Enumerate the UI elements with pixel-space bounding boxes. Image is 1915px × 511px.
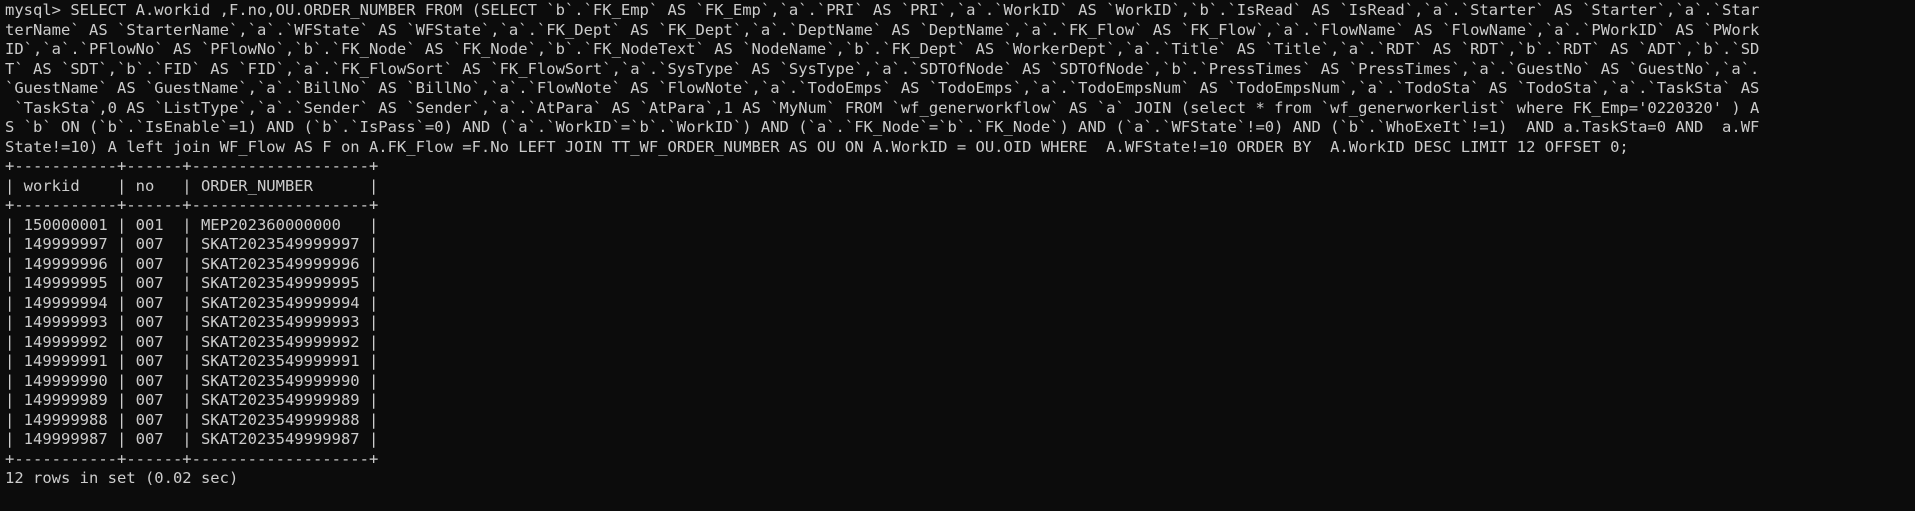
query-line: ID`,`a`.`PFlowNo` AS `PFlowNo`,`b`.`FK_N…: [5, 40, 1760, 58]
query-line: `GuestName` AS `GuestName`,`a`.`BillNo` …: [5, 79, 1760, 97]
table-row: | 149999988 | 007 | SKAT2023549999988 |: [5, 410, 379, 429]
result-table: +-----------+------+-------------------+…: [5, 157, 1915, 469]
table-row: | 149999996 | 007 | SKAT2023549999996 |: [5, 254, 379, 273]
query-line: terName` AS `StarterName`,`a`.`WFState` …: [5, 20, 1760, 39]
query-line: T` AS `SDT`,`b`.`FID` AS `FID`,`a`.`FK_F…: [5, 59, 1760, 78]
table-border-top: +-----------+------+-------------------+: [5, 157, 379, 175]
table-border-bottom: +-----------+------+-------------------+: [5, 449, 379, 468]
table-row: | 149999995 | 007 | SKAT2023549999995 |: [5, 274, 379, 292]
query-line: mysql> SELECT A.workid ,F.no,OU.ORDER_NU…: [5, 1, 1760, 19]
terminal-window[interactable]: mysql> SELECT A.workid ,F.no,OU.ORDER_NU…: [0, 0, 1915, 511]
table-row: | 149999993 | 007 | SKAT2023549999993 |: [5, 313, 379, 331]
table-row: | 149999990 | 007 | SKAT2023549999990 |: [5, 371, 379, 390]
table-row: | 149999997 | 007 | SKAT2023549999997 |: [5, 235, 379, 253]
table-row: | 149999994 | 007 | SKAT2023549999994 |: [5, 293, 379, 312]
table-header: | workid | no | ORDER_NUMBER |: [5, 176, 379, 195]
table-row: | 149999992 | 007 | SKAT2023549999992 |: [5, 332, 379, 351]
query-line: State!=10) A left join WF_Flow AS F on A…: [5, 137, 1629, 156]
query-line: S `b` ON (`b`.`IsEnable`=1) AND (`b`.`Is…: [5, 118, 1760, 136]
table-row: | 149999989 | 007 | SKAT2023549999989 |: [5, 391, 379, 409]
table-border-mid: +-----------+------+-------------------+: [5, 196, 379, 214]
table-row: | 150000001 | 001 | MEP202360000000 |: [5, 215, 379, 234]
result-summary: 12 rows in set (0.02 sec): [5, 469, 239, 487]
table-row: | 149999987 | 007 | SKAT2023549999987 |: [5, 430, 379, 448]
table-row: | 149999991 | 007 | SKAT2023549999991 |: [5, 352, 379, 370]
query-line: `TaskSta`,0 AS `ListType`,`a`.`Sender` A…: [5, 98, 1760, 117]
sql-query: mysql> SELECT A.workid ,F.no,OU.ORDER_NU…: [5, 1, 1915, 157]
